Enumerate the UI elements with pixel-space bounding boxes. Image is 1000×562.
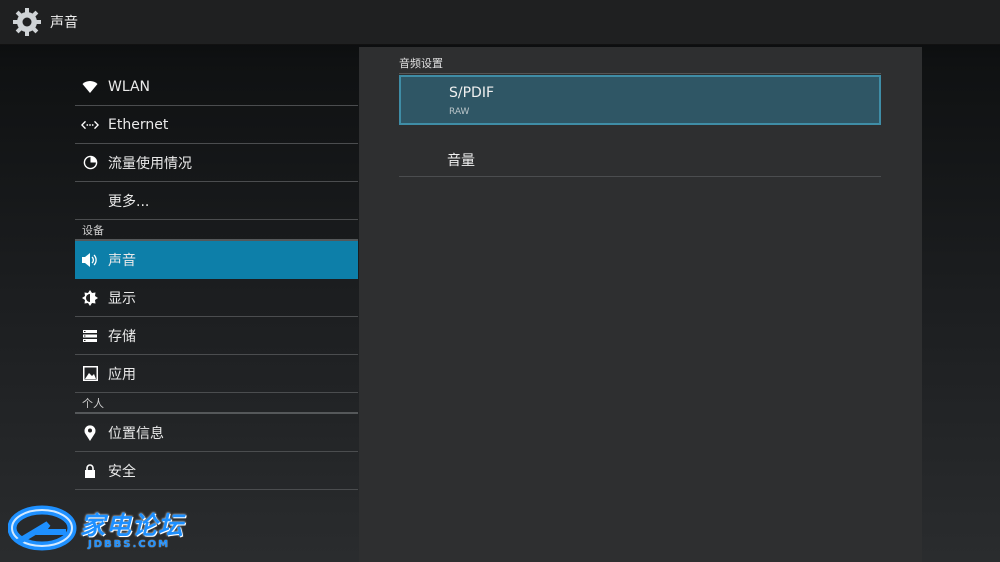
sidebar-item-label: 声音 [108, 252, 136, 269]
sidebar-item-label: WLAN [108, 78, 151, 95]
preference-title: 音量 [447, 153, 475, 169]
gear-icon[interactable] [10, 5, 44, 39]
category-header: 音频设置 [399, 57, 443, 70]
detail-panel: 音频设置 S/PDIF RAW 音量 [359, 47, 922, 562]
watermark-swirl-icon [7, 505, 77, 551]
volume-preference[interactable]: 音量 [399, 139, 881, 177]
lock-icon [81, 462, 99, 480]
sidebar-item-label: 位置信息 [108, 425, 164, 442]
watermark-logo: 家电论坛 JDBBS.COM [7, 502, 208, 558]
brightness-icon [81, 289, 99, 307]
sidebar-item-security[interactable]: 安全 [75, 452, 358, 490]
preference-summary: RAW [449, 107, 470, 117]
data-usage-icon [81, 154, 99, 172]
sidebar-item-label: 安全 [108, 463, 136, 480]
sidebar-item-display[interactable]: 显示 [75, 279, 358, 317]
settings-sidebar: WLAN Ethernet 流量使用情况 更多... 设备 声音 显示 存储 应… [75, 68, 358, 490]
watermark-subtext: JDBBS.COM [88, 539, 171, 550]
spdif-preference[interactable]: S/PDIF RAW [399, 75, 881, 125]
sidebar-item-label: 存储 [108, 328, 136, 345]
sidebar-item-label: Ethernet [108, 116, 169, 133]
sidebar-item-storage[interactable]: 存储 [75, 317, 358, 355]
section-header-personal: 个人 [75, 393, 358, 414]
sidebar-item-wlan[interactable]: WLAN [75, 68, 358, 106]
sidebar-item-more[interactable]: 更多... [75, 182, 358, 220]
sidebar-item-location[interactable]: 位置信息 [75, 414, 358, 452]
action-bar: 声音 [0, 0, 1000, 45]
section-header-device: 设备 [75, 220, 358, 241]
sidebar-item-sound[interactable]: 声音 [75, 241, 358, 279]
preference-title: S/PDIF [449, 85, 495, 101]
category-divider [399, 73, 881, 74]
sidebar-item-label: 流量使用情况 [108, 155, 192, 172]
location-pin-icon [81, 424, 99, 442]
sidebar-item-label: 更多... [108, 193, 150, 210]
wifi-icon [81, 78, 99, 96]
sidebar-item-label: 应用 [108, 366, 136, 383]
apps-icon [81, 365, 99, 383]
sidebar-item-label: 显示 [108, 290, 136, 307]
ethernet-icon [81, 116, 99, 134]
sidebar-item-apps[interactable]: 应用 [75, 355, 358, 393]
watermark-text: 家电论坛 [80, 511, 185, 540]
sidebar-item-ethernet[interactable]: Ethernet [75, 106, 358, 144]
speaker-icon [81, 251, 99, 269]
sidebar-item-data-usage[interactable]: 流量使用情况 [75, 144, 358, 182]
storage-icon [81, 327, 99, 345]
page-title: 声音 [50, 15, 78, 31]
